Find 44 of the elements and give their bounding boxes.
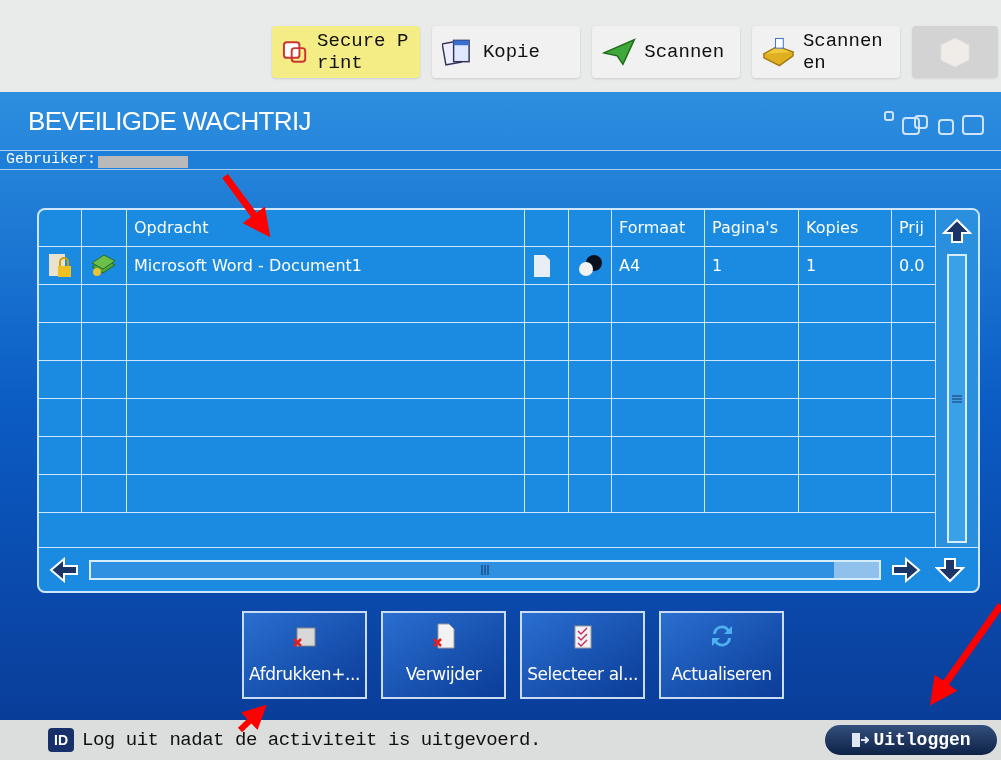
document-delete-icon [431, 621, 456, 650]
logout-button[interactable]: Uitloggen [825, 725, 997, 755]
tab[interactable]: Kopie [432, 26, 580, 78]
vertical-scrollbar[interactable] [935, 210, 978, 547]
color-mode-icon [576, 253, 604, 278]
action-button[interactable]: Afdrukken+... [242, 611, 367, 699]
grip-icon [952, 394, 962, 403]
table-cell-text: 0.0 [898, 254, 926, 277]
column-header: Pagina's [705, 210, 799, 246]
document-icon [532, 253, 552, 278]
tab[interactable]: Secure Print [272, 26, 420, 78]
checklist-icon [572, 623, 593, 650]
table-cell: Microsoft Word - Document1 [127, 247, 525, 284]
table-cell: 1 [799, 247, 892, 284]
column-header: Prij [898, 217, 925, 239]
table-cell: 1 [705, 247, 799, 284]
left-arrow-icon[interactable] [49, 556, 79, 583]
user-label: Gebruiker: [6, 149, 96, 170]
paper-plane-icon [602, 37, 637, 67]
action-button[interactable]: Actualiseren [659, 611, 784, 699]
column-header: Opdracht [127, 210, 525, 246]
grip-icon [481, 564, 489, 575]
id-badge: ID [48, 728, 74, 752]
cube-icon [938, 35, 972, 69]
action-button[interactable]: Verwijder [381, 611, 506, 699]
annotation-arrow [237, 704, 267, 733]
locked-document-icon [46, 251, 74, 280]
status-message: Log uit nadat de activiteit is uitgevoerd. [82, 727, 541, 753]
screen-title: BEVEILIGDE WACHTRIJ [28, 104, 311, 138]
up-arrow-icon[interactable] [942, 218, 972, 244]
tab[interactable]: Scannen en [752, 26, 900, 78]
down-arrow-icon[interactable] [935, 556, 965, 583]
scroll-end-segment [834, 561, 879, 578]
exit-door-icon [851, 731, 870, 749]
money-stack-icon [89, 252, 117, 279]
column-header: Formaat [612, 210, 705, 246]
column-header: Kopies [799, 210, 892, 246]
annotation-arrow [222, 173, 271, 238]
horizontal-scrollbar[interactable] [89, 559, 881, 580]
action-button[interactable]: Selecteer al... [520, 611, 645, 699]
tab[interactable]: Scannen [592, 26, 740, 78]
tray-icon [762, 36, 795, 68]
table-cell: A4 [612, 247, 705, 284]
right-arrow-icon[interactable] [891, 556, 921, 583]
